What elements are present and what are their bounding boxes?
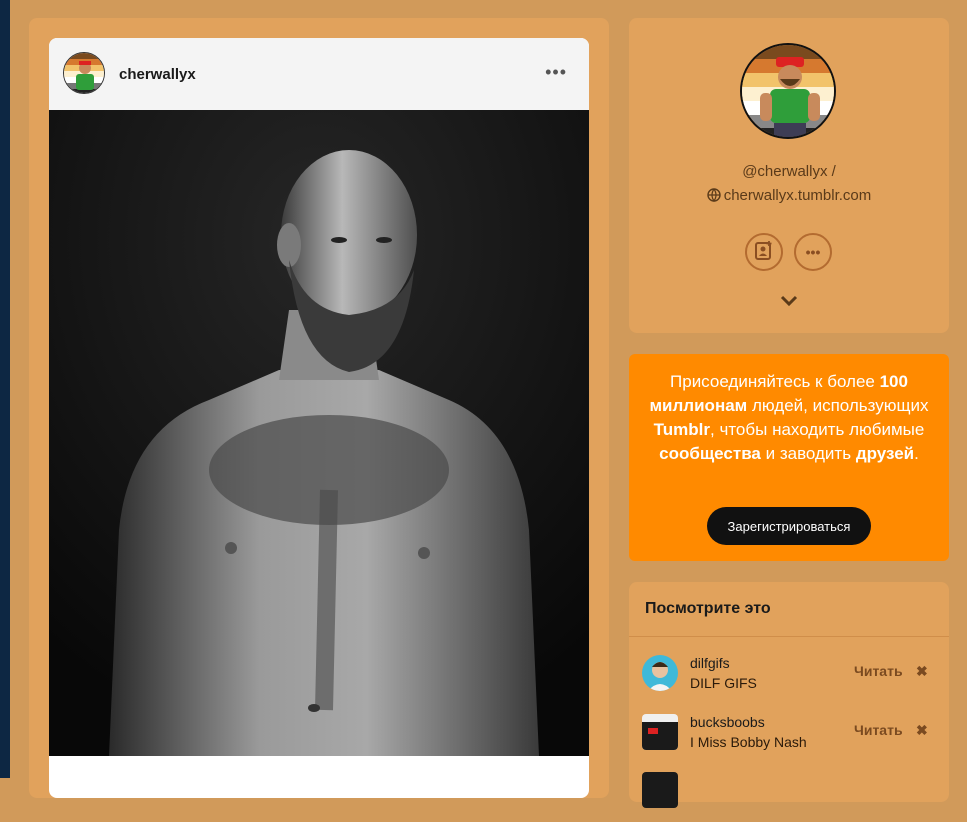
avatar[interactable]: [642, 655, 678, 691]
close-icon[interactable]: ✖: [916, 663, 928, 680]
avatar[interactable]: [642, 714, 678, 750]
post-header: cherwallyx •••: [49, 38, 589, 110]
profile-handle: @cherwallyx /: [742, 163, 836, 180]
blog-name[interactable]: dilfgifs: [690, 655, 730, 671]
more-horizontal-icon[interactable]: •••: [545, 62, 567, 83]
signup-promo: Присоединяйтесь к более 100 миллионам лю…: [629, 354, 949, 561]
list-item[interactable]: dilfgifs DILF GIFS Читать ✖: [629, 655, 949, 705]
list-item[interactable]: [629, 772, 949, 822]
follow-button[interactable]: [745, 233, 783, 271]
more-icon: •••: [805, 244, 821, 260]
follow-icon: [755, 240, 773, 265]
chevron-down-icon[interactable]: [779, 293, 799, 309]
avatar[interactable]: [642, 772, 678, 808]
globe-icon: [707, 188, 721, 206]
profile-avatar[interactable]: [740, 43, 836, 139]
blog-description: DILF GIFS: [690, 675, 757, 691]
list-item[interactable]: bucksboobs I Miss Bobby Nash Читать ✖: [629, 714, 949, 764]
more-button[interactable]: •••: [794, 233, 832, 271]
recommendations-title: Посмотрите это: [645, 600, 771, 617]
promo-text: Присоединяйтесь к более 100 миллионам лю…: [649, 372, 929, 463]
follow-button[interactable]: Читать: [854, 722, 903, 738]
post-username[interactable]: cherwallyx: [119, 66, 196, 83]
divider: [629, 636, 949, 637]
dashboard-column: cherwallyx •••: [29, 18, 609, 798]
left-edge-strip: [0, 0, 10, 778]
blog-description: I Miss Bobby Nash: [690, 734, 807, 750]
follow-button[interactable]: Читать: [854, 663, 903, 679]
signup-button[interactable]: Зарегистрироваться: [707, 507, 871, 545]
profile-url[interactable]: cherwallyx.tumblr.com: [724, 187, 872, 204]
recommended-blogs: Посмотрите это dilfgifs DILF GIFS Читать…: [629, 582, 949, 808]
close-icon[interactable]: ✖: [916, 722, 928, 739]
blog-name[interactable]: bucksboobs: [690, 714, 765, 730]
profile-card: @cherwallyx / cherwallyx.tumblr.com •••: [629, 18, 949, 333]
post-avatar[interactable]: [63, 52, 105, 94]
post-photo: [49, 110, 589, 756]
profile-url-row[interactable]: cherwallyx.tumblr.com: [629, 187, 949, 206]
post-card: cherwallyx •••: [49, 38, 589, 798]
